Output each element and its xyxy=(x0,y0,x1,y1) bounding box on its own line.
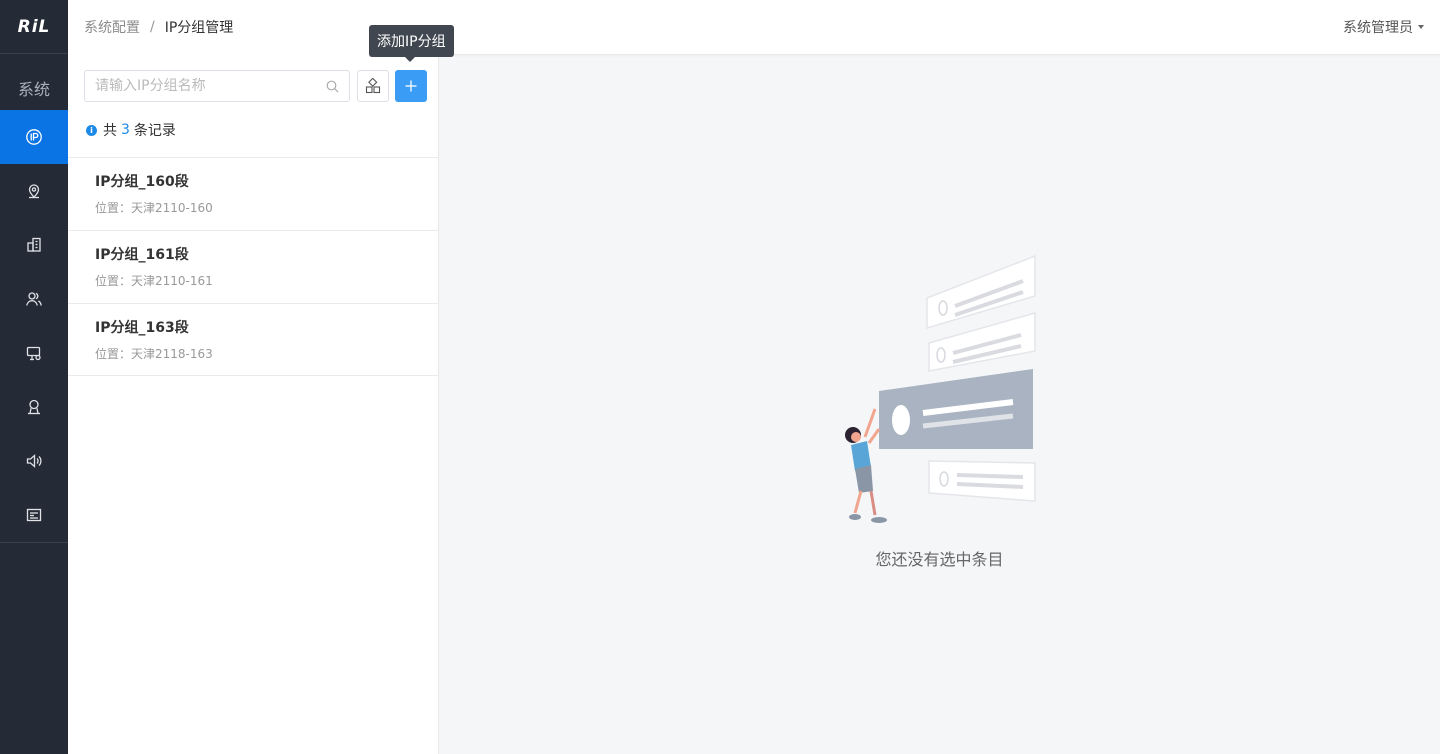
sidebar: RiL 系统 xyxy=(0,0,68,754)
add-button-tooltip: 添加IP分组 xyxy=(369,25,454,62)
plus-icon xyxy=(405,80,417,92)
sidebar-item-document[interactable] xyxy=(0,488,68,542)
count-prefix: 共 xyxy=(103,123,117,139)
grid-icon xyxy=(365,78,381,94)
ip-group-list-panel: i 共 3 条记录 IP分组_160段 位置：天津2110-160 IP分组_1… xyxy=(68,54,439,754)
empty-state-message: 您还没有选中条目 xyxy=(875,550,1004,569)
empty-illustration xyxy=(845,254,1036,523)
count-suffix: 条记录 xyxy=(133,123,176,139)
logo-text: RiL xyxy=(17,16,51,37)
sidebar-item-building[interactable] xyxy=(0,218,68,272)
document-icon xyxy=(26,508,42,522)
list-item[interactable]: IP分组_161段 位置：天津2110-161 xyxy=(68,230,438,303)
sidebar-item-user[interactable] xyxy=(0,380,68,434)
caret-down-icon xyxy=(1418,25,1424,29)
user-icon xyxy=(28,399,40,415)
sidebar-item-device[interactable] xyxy=(0,326,68,380)
sidebar-item-users[interactable] xyxy=(0,272,68,326)
top-header: 系统配置 / IP分组管理 系统管理员 xyxy=(68,0,1440,54)
user-name: 系统管理员 xyxy=(1343,20,1413,36)
layout-toggle-button[interactable] xyxy=(357,70,389,102)
ip-group-list: IP分组_160段 位置：天津2110-160 IP分组_161段 位置：天津2… xyxy=(68,157,438,376)
record-count: i 共 3 条记录 xyxy=(86,120,176,140)
breadcrumb-item-current: IP分组管理 xyxy=(164,20,234,36)
list-toolbar xyxy=(84,70,427,102)
search-icon[interactable] xyxy=(326,80,339,93)
sidebar-item-speaker[interactable] xyxy=(0,434,68,488)
ip-group-location: 位置：天津2110-161 xyxy=(95,274,213,288)
location-icon xyxy=(28,184,40,199)
device-icon xyxy=(26,346,41,361)
sidebar-divider xyxy=(0,542,68,543)
user-menu[interactable]: 系统管理员 xyxy=(1343,17,1424,37)
building-icon xyxy=(27,237,41,252)
list-item[interactable]: IP分组_160段 位置：天津2110-160 xyxy=(68,157,438,230)
breadcrumb-separator: / xyxy=(150,19,155,35)
ip-icon xyxy=(26,129,42,145)
search-box xyxy=(84,70,350,102)
sidebar-item-location[interactable] xyxy=(0,164,68,218)
breadcrumb: 系统配置 / IP分组管理 xyxy=(84,17,233,37)
empty-state: 您还没有选中条目 xyxy=(439,54,1440,754)
ip-group-location: 位置：天津2118-163 xyxy=(95,347,213,361)
logo[interactable]: RiL xyxy=(0,0,68,54)
breadcrumb-item-system-config[interactable]: 系统配置 xyxy=(84,17,140,37)
ip-group-name: IP分组_163段 xyxy=(95,320,189,336)
card-3 xyxy=(928,460,1036,502)
users-icon xyxy=(26,292,42,306)
count-value: 3 xyxy=(121,122,130,138)
card-highlight xyxy=(879,369,1033,449)
ip-group-name: IP分组_160段 xyxy=(95,174,189,190)
ip-group-name: IP分组_161段 xyxy=(95,247,189,263)
info-icon: i xyxy=(86,124,97,136)
sidebar-section-label: 系统 xyxy=(17,80,50,99)
speaker-icon xyxy=(26,454,42,468)
ip-group-location: 位置：天津2110-160 xyxy=(95,201,213,215)
search-input[interactable] xyxy=(95,78,315,94)
add-ip-group-button[interactable] xyxy=(395,70,427,102)
list-item[interactable]: IP分组_163段 位置：天津2118-163 xyxy=(68,303,438,376)
sidebar-item-ip[interactable] xyxy=(0,110,68,164)
